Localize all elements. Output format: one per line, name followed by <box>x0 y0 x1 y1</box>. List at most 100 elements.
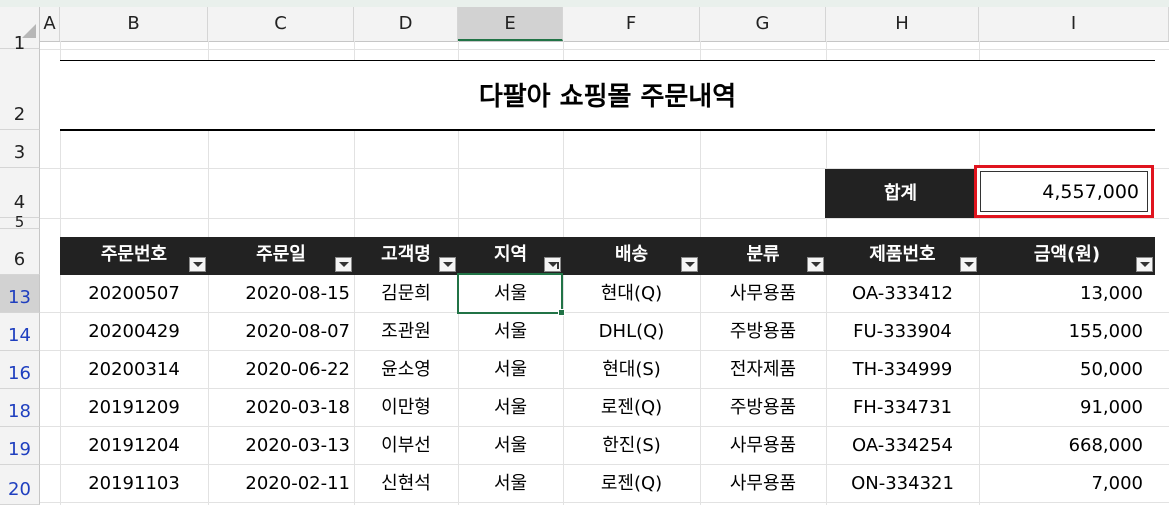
customer-cell[interactable]: 윤소영 <box>354 351 458 389</box>
row-header-13[interactable]: 13 <box>0 275 40 313</box>
header-cell[interactable]: 배송 <box>563 237 700 275</box>
row-header-16[interactable]: 16 <box>0 351 40 389</box>
filter-dropdown-icon[interactable] <box>1136 257 1153 272</box>
order-date-cell[interactable]: 2020-03-18 <box>208 389 350 427</box>
region-cell[interactable]: 서울 <box>458 427 563 465</box>
filter-applied-icon[interactable] <box>544 257 561 272</box>
category-cell[interactable]: 전자제품 <box>700 351 826 389</box>
column-header-h[interactable]: H <box>826 7 979 41</box>
column-header-b[interactable]: B <box>60 7 208 41</box>
spreadsheet-grid[interactable]: A B C D E F G H I 1 2 3 4 5 6 13 14 16 1… <box>0 7 1169 505</box>
header-label: 금액(원) <box>1033 244 1101 265</box>
category-cell[interactable]: 사무용품 <box>700 275 826 313</box>
header-cell[interactable]: 금액(원) <box>979 237 1155 275</box>
amount-cell[interactable]: 91,000 <box>979 389 1143 427</box>
header-cell[interactable]: 주문번호 <box>60 237 208 275</box>
filter-dropdown-icon[interactable] <box>335 257 352 272</box>
product-id-cell[interactable]: FH-334731 <box>826 389 979 427</box>
header-cell[interactable]: 주문일 <box>208 237 354 275</box>
customer-cell[interactable]: 김문희 <box>354 275 458 313</box>
order-number-cell[interactable]: 20191103 <box>60 465 208 503</box>
header-label: 배송 <box>614 244 649 265</box>
row-header-1[interactable]: 1 <box>0 33 40 54</box>
order-number-cell[interactable]: 20191209 <box>60 389 208 427</box>
row-header-4[interactable]: 4 <box>0 168 40 218</box>
product-id-cell[interactable]: OA-333412 <box>826 275 979 313</box>
shipping-cell[interactable]: 로젠(Q) <box>563 389 700 427</box>
region-cell[interactable]: 서울 <box>458 389 563 427</box>
column-header-d[interactable]: D <box>354 7 458 41</box>
shipping-cell[interactable]: 현대(S) <box>563 351 700 389</box>
shipping-cell[interactable]: 현대(Q) <box>563 275 700 313</box>
order-number-cell[interactable]: 20200314 <box>60 351 208 389</box>
shipping-cell[interactable]: 한진(S) <box>563 427 700 465</box>
amount-cell[interactable]: 155,000 <box>979 313 1143 351</box>
order-date-cell[interactable]: 2020-06-22 <box>208 351 350 389</box>
amount-cell[interactable]: 7,000 <box>979 465 1143 503</box>
column-header-f[interactable]: F <box>563 7 700 41</box>
header-cell[interactable]: 고객명 <box>354 237 458 275</box>
column-header-g[interactable]: G <box>700 7 826 41</box>
header-label: 고객명 <box>381 244 431 265</box>
header-cell[interactable]: 지역 <box>458 237 563 275</box>
row-header-19[interactable]: 19 <box>0 427 40 465</box>
order-number-cell[interactable]: 20200429 <box>60 313 208 351</box>
column-header-a[interactable]: A <box>40 7 60 41</box>
column-header-e[interactable]: E <box>458 7 563 41</box>
order-date-cell[interactable]: 2020-08-07 <box>208 313 350 351</box>
header-cell[interactable]: 분류 <box>700 237 826 275</box>
region-cell[interactable]: 서울 <box>458 313 563 351</box>
column-header-c[interactable]: C <box>208 7 354 41</box>
column-header-i[interactable]: I <box>979 7 1169 41</box>
filter-dropdown-icon[interactable] <box>439 257 456 272</box>
category-cell[interactable]: 주방용품 <box>700 389 826 427</box>
table-row: 20191209 2020-03-18 이만형 서울 로젠(Q) 주방용품 FH… <box>60 389 1155 427</box>
row-header-20[interactable]: 20 <box>0 465 40 505</box>
row-header-14[interactable]: 14 <box>0 313 40 351</box>
header-label: 주문번호 <box>100 244 168 265</box>
order-number-cell[interactable]: 20191204 <box>60 427 208 465</box>
shipping-cell[interactable]: 로젠(Q) <box>563 465 700 503</box>
category-cell[interactable]: 주방용품 <box>700 313 826 351</box>
filter-dropdown-icon[interactable] <box>681 257 698 272</box>
row-number: 4 <box>13 192 26 213</box>
row-header-2[interactable]: 2 <box>0 49 40 130</box>
category-cell[interactable]: 사무용품 <box>700 427 826 465</box>
active-cell-selection[interactable] <box>457 273 565 316</box>
total-highlight-box[interactable]: 4,557,000 <box>974 165 1154 218</box>
shipping-cell[interactable]: DHL(Q) <box>563 313 700 351</box>
header-cell[interactable]: 제품번호 <box>826 237 979 275</box>
order-date-cell[interactable]: 2020-02-11 <box>208 465 350 503</box>
customer-cell[interactable]: 신현석 <box>354 465 458 503</box>
total-label: 합계 <box>825 169 976 218</box>
filter-dropdown-icon[interactable] <box>960 257 977 272</box>
row-header-5[interactable]: 5 <box>0 213 40 231</box>
order-date-cell[interactable]: 2020-03-13 <box>208 427 350 465</box>
row-header-18[interactable]: 18 <box>0 389 40 427</box>
amount-cell[interactable]: 668,000 <box>979 427 1143 465</box>
customer-cell[interactable]: 이만형 <box>354 389 458 427</box>
product-id-cell[interactable]: ON-334321 <box>826 465 979 503</box>
customer-cell[interactable]: 이부선 <box>354 427 458 465</box>
category-cell[interactable]: 사무용품 <box>700 465 826 503</box>
filter-dropdown-icon[interactable] <box>807 257 824 272</box>
amount-cell[interactable]: 13,000 <box>979 275 1143 313</box>
product-id-cell[interactable]: OA-334254 <box>826 427 979 465</box>
sheet-title: 다팔아 쇼핑몰 주문내역 <box>60 61 1155 129</box>
table-header-row: 주문번호 주문일 고객명 지역 배송 분류 제품번호 금액(원) <box>60 237 1155 275</box>
filter-dropdown-icon[interactable] <box>189 257 206 272</box>
customer-cell[interactable]: 조관원 <box>354 313 458 351</box>
order-date-cell[interactable]: 2020-08-15 <box>208 275 350 313</box>
region-cell[interactable]: 서울 <box>458 351 563 389</box>
row-number: 13 <box>8 287 31 308</box>
amount-cell[interactable]: 50,000 <box>979 351 1143 389</box>
row-header-6[interactable]: 6 <box>0 229 40 275</box>
header-label: 제품번호 <box>869 244 936 265</box>
row-header-3[interactable]: 3 <box>0 130 40 168</box>
table-row: 20200507 2020-08-15 김문희 서울 현대(Q) 사무용품 OA… <box>60 275 1155 313</box>
product-id-cell[interactable]: TH-334999 <box>826 351 979 389</box>
region-cell[interactable]: 서울 <box>458 465 563 503</box>
row-number: 3 <box>13 142 26 163</box>
product-id-cell[interactable]: FU-333904 <box>826 313 979 351</box>
order-number-cell[interactable]: 20200507 <box>60 275 208 313</box>
